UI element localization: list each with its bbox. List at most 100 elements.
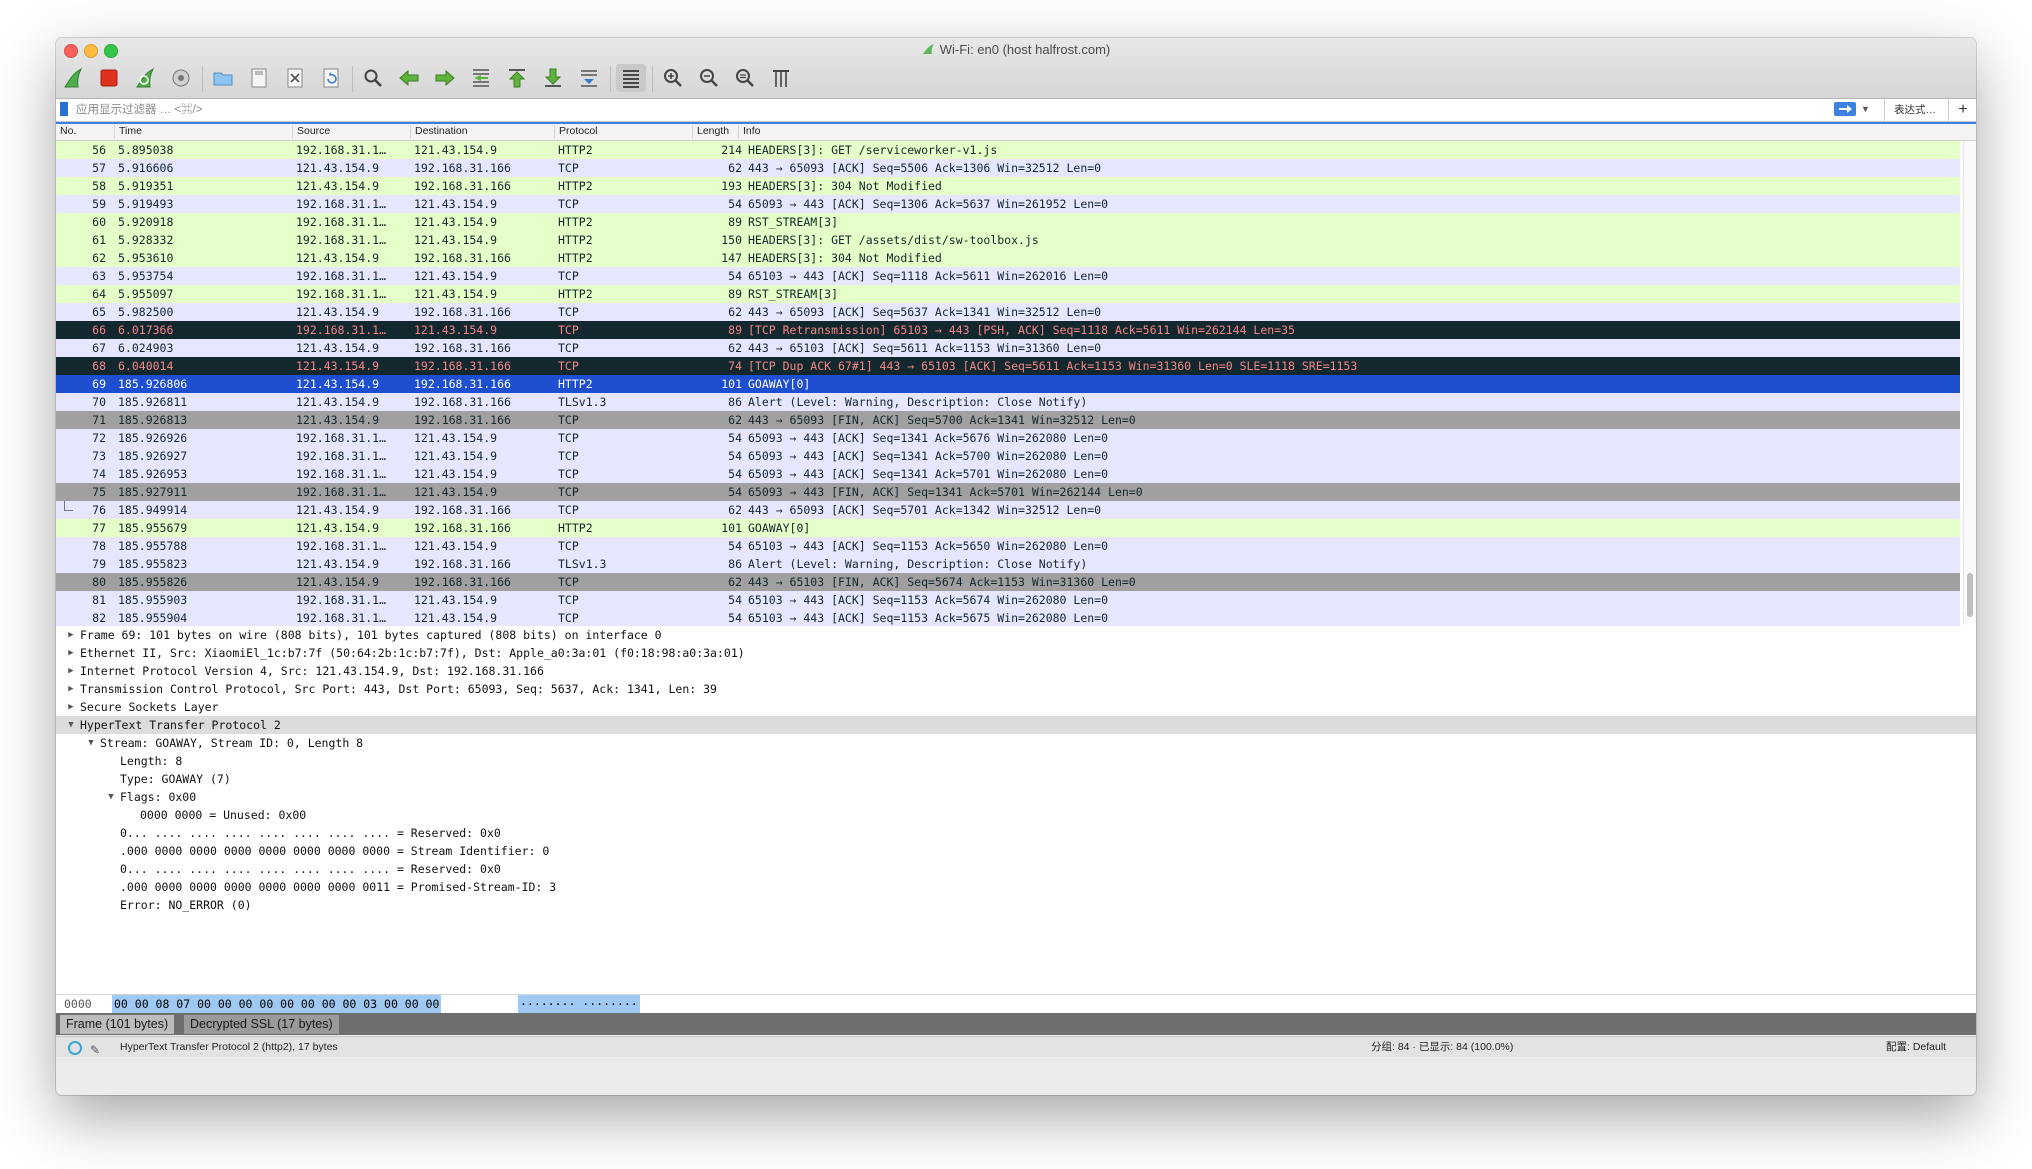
go-back-icon[interactable]: [394, 64, 424, 92]
expert-info-icon[interactable]: [68, 1041, 82, 1055]
packet-source: 192.168.31.1…: [296, 593, 387, 607]
zoom-out-icon[interactable]: [694, 64, 724, 92]
packet-row[interactable]: 69 185.926806 121.43.154.9 192.168.31.166 HT…: [56, 375, 1960, 393]
packet-row[interactable]: 62 5.953610 121.43.154.9 192.168.31.166 HTTP…: [56, 249, 1960, 267]
expand-triangle-icon[interactable]: ▶: [66, 644, 76, 662]
zoom-normal-icon[interactable]: [730, 64, 760, 92]
column-header-time[interactable]: Time: [114, 125, 142, 139]
detail-tree-item[interactable]: Type: GOAWAY (7): [56, 770, 1976, 788]
apply-filter-arrow-icon[interactable]: [1834, 102, 1856, 116]
packet-row[interactable]: 75 185.927911 192.168.31.1… 121.43.154.9 TCP…: [56, 483, 1960, 501]
resize-columns-icon[interactable]: [766, 64, 796, 92]
detail-tree-item[interactable]: ▶ Transmission Control Protocol, Src Port…: [56, 680, 1976, 698]
expand-triangle-icon[interactable]: ▶: [66, 680, 76, 698]
first-packet-icon[interactable]: [502, 64, 532, 92]
last-packet-icon[interactable]: [538, 64, 568, 92]
column-header-destination[interactable]: Destination: [410, 125, 468, 139]
packet-row[interactable]: 66 6.017366 192.168.31.1… 121.43.154.9 TCP 89…: [56, 321, 1960, 339]
detail-tree-item[interactable]: ▶ Internet Protocol Version 4, Src: 121.4…: [56, 662, 1976, 680]
tab-frame-bytes[interactable]: Frame (101 bytes): [60, 1015, 175, 1034]
expand-triangle-icon[interactable]: ▶: [66, 698, 76, 716]
detail-tree-item[interactable]: 0... .... .... .... .... .... .... .... …: [56, 860, 1976, 878]
packet-protocol: TCP: [558, 593, 579, 607]
capture-options-icon[interactable]: [166, 64, 196, 92]
tab-decrypted-ssl[interactable]: Decrypted SSL (17 bytes): [184, 1015, 339, 1034]
packet-length: 54: [728, 611, 742, 625]
close-file-icon[interactable]: [280, 64, 310, 92]
detail-tree-item[interactable]: ▼ Flags: 0x00: [56, 788, 1976, 806]
detail-tree-item[interactable]: ▶ Secure Sockets Layer: [56, 698, 1976, 716]
packet-source: 121.43.154.9: [296, 251, 380, 265]
column-header-no[interactable]: No.: [56, 125, 76, 139]
column-header-length[interactable]: Length: [692, 125, 729, 139]
packet-row[interactable]: 78 185.955788 192.168.31.1… 121.43.154.9 TCP…: [56, 537, 1960, 555]
packet-row[interactable]: 56 5.895038 192.168.31.1… 121.43.154.9 HTTP2…: [56, 141, 1960, 159]
packet-row[interactable]: 82 185.955904 192.168.31.1… 121.43.154.9 TCP…: [56, 609, 1960, 626]
packet-row[interactable]: 71 185.926813 121.43.154.9 192.168.31.166 TC…: [56, 411, 1960, 429]
detail-tree-item[interactable]: Error: NO_ERROR (0): [56, 896, 1976, 914]
detail-tree-item[interactable]: .000 0000 0000 0000 0000 0000 0000 0011 …: [56, 878, 1976, 896]
zoom-in-icon[interactable]: [658, 64, 688, 92]
bytes-offset: 0000: [64, 997, 92, 1011]
packet-row[interactable]: 57 5.916606 121.43.154.9 192.168.31.166 TCP 6…: [56, 159, 1960, 177]
detail-tree-item[interactable]: ▶ Ethernet II, Src: XiaomiEl_1c:b7:7f (50…: [56, 644, 1976, 662]
collapse-triangle-icon[interactable]: ▼: [106, 788, 116, 806]
packet-row[interactable]: 80 185.955826 121.43.154.9 192.168.31.166 TC…: [56, 573, 1960, 591]
packet-row[interactable]: 81 185.955903 192.168.31.1… 121.43.154.9 TCP…: [56, 591, 1960, 609]
bytes-ascii[interactable]: ········ ········: [518, 995, 640, 1013]
display-filter-input[interactable]: [74, 100, 1608, 120]
detail-tree-item[interactable]: 0000 0000 = Unused: 0x00: [56, 806, 1976, 824]
packet-row[interactable]: 74 185.926953 192.168.31.1… 121.43.154.9 TCP…: [56, 465, 1960, 483]
column-header-protocol[interactable]: Protocol: [554, 125, 598, 139]
detail-tree-item[interactable]: ▼ Stream: GOAWAY, Stream ID: 0, Length 8: [56, 734, 1976, 752]
packet-row[interactable]: 58 5.919351 121.43.154.9 192.168.31.166 HTTP…: [56, 177, 1960, 195]
detail-tree-item[interactable]: .000 0000 0000 0000 0000 0000 0000 0000 …: [56, 842, 1976, 860]
packet-row[interactable]: 67 6.024903 121.43.154.9 192.168.31.166 TCP 6…: [56, 339, 1960, 357]
bookmark-icon[interactable]: [60, 102, 68, 116]
bytes-hex[interactable]: 00 00 08 07 00 00 00 00 00 00 00 00 03 0…: [112, 995, 442, 1013]
save-file-icon[interactable]: [244, 64, 274, 92]
detail-tree-item[interactable]: ▼ HyperText Transfer Protocol 2: [56, 716, 1976, 734]
packet-row[interactable]: 61 5.928332 192.168.31.1… 121.43.154.9 HTTP2…: [56, 231, 1960, 249]
packet-source: 192.168.31.1…: [296, 215, 387, 229]
packet-list-scrollbar[interactable]: [1963, 141, 1976, 623]
edit-comment-icon[interactable]: ✎: [90, 1040, 100, 1060]
packet-row[interactable]: 68 6.040014 121.43.154.9 192.168.31.166 TCP 7…: [56, 357, 1960, 375]
packet-row[interactable]: 64 5.955097 192.168.31.1… 121.43.154.9 HTTP2…: [56, 285, 1960, 303]
restart-icon[interactable]: [130, 64, 160, 92]
detail-tree-item[interactable]: 0... .... .... .... .... .... .... .... …: [56, 824, 1976, 842]
stop-icon[interactable]: [94, 64, 124, 92]
expression-button[interactable]: 表达式…: [1884, 99, 1945, 121]
packet-row[interactable]: 70 185.926811 121.43.154.9 192.168.31.166 TL…: [56, 393, 1960, 411]
packet-row[interactable]: 76 185.949914 121.43.154.9 192.168.31.166 TC…: [56, 501, 1960, 519]
packet-row[interactable]: 72 185.926926 192.168.31.1… 121.43.154.9 TCP…: [56, 429, 1960, 447]
reload-icon[interactable]: [316, 64, 346, 92]
column-header-info[interactable]: Info: [738, 125, 761, 139]
collapse-triangle-icon[interactable]: ▼: [86, 734, 96, 752]
column-header-source[interactable]: Source: [292, 125, 330, 139]
packet-row[interactable]: 79 185.955823 121.43.154.9 192.168.31.166 TL…: [56, 555, 1960, 573]
filter-history-dropdown-icon[interactable]: ▼: [1861, 104, 1870, 114]
detail-tree-item[interactable]: ▶ Frame 69: 101 bytes on wire (808 bits),…: [56, 626, 1976, 644]
packet-row[interactable]: 59 5.919493 192.168.31.1… 121.43.154.9 TCP 54…: [56, 195, 1960, 213]
find-icon[interactable]: [358, 64, 388, 92]
add-filter-button[interactable]: +: [1948, 99, 1976, 121]
packet-row[interactable]: 65 5.982500 121.43.154.9 192.168.31.166 TCP 6…: [56, 303, 1960, 321]
shark-fin-start-icon[interactable]: [58, 64, 88, 92]
expand-triangle-icon[interactable]: ▶: [66, 662, 76, 680]
status-profile[interactable]: 配置: Default: [1886, 1037, 1946, 1057]
scrollbar-thumb[interactable]: [1967, 573, 1973, 617]
expand-triangle-icon[interactable]: ▶: [66, 626, 76, 644]
packet-row[interactable]: 77 185.955679 121.43.154.9 192.168.31.166 HT…: [56, 519, 1960, 537]
open-folder-icon[interactable]: [208, 64, 238, 92]
packet-row[interactable]: 73 185.926927 192.168.31.1… 121.43.154.9 TCP…: [56, 447, 1960, 465]
packet-row[interactable]: 60 5.920918 192.168.31.1… 121.43.154.9 HTTP2…: [56, 213, 1960, 231]
packet-row[interactable]: 63 5.953754 192.168.31.1… 121.43.154.9 TCP 54…: [56, 267, 1960, 285]
detail-tree-item[interactable]: Length: 8: [56, 752, 1976, 770]
go-to-packet-icon[interactable]: [466, 64, 496, 92]
colorize-icon[interactable]: [616, 64, 646, 92]
go-forward-icon[interactable]: [430, 64, 460, 92]
packet-length: 89: [728, 287, 742, 301]
collapse-triangle-icon[interactable]: ▼: [66, 716, 76, 734]
autoscroll-icon[interactable]: [574, 64, 604, 92]
